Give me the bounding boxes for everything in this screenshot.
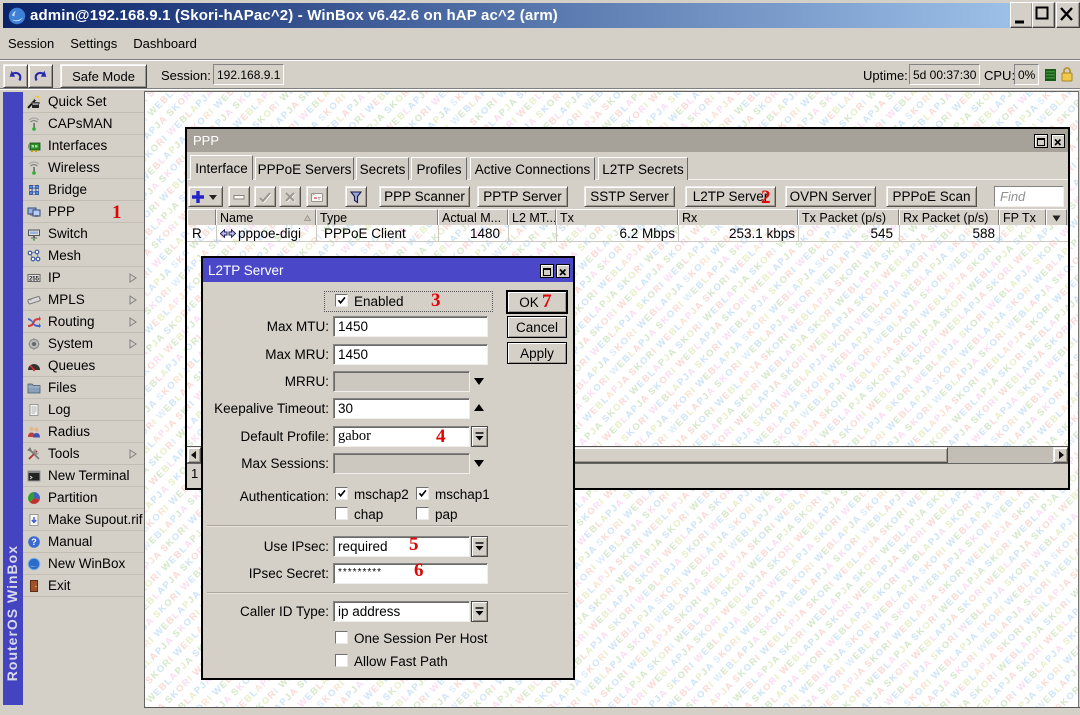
- svg-text:255: 255: [29, 276, 40, 282]
- svg-text:?: ?: [31, 537, 37, 547]
